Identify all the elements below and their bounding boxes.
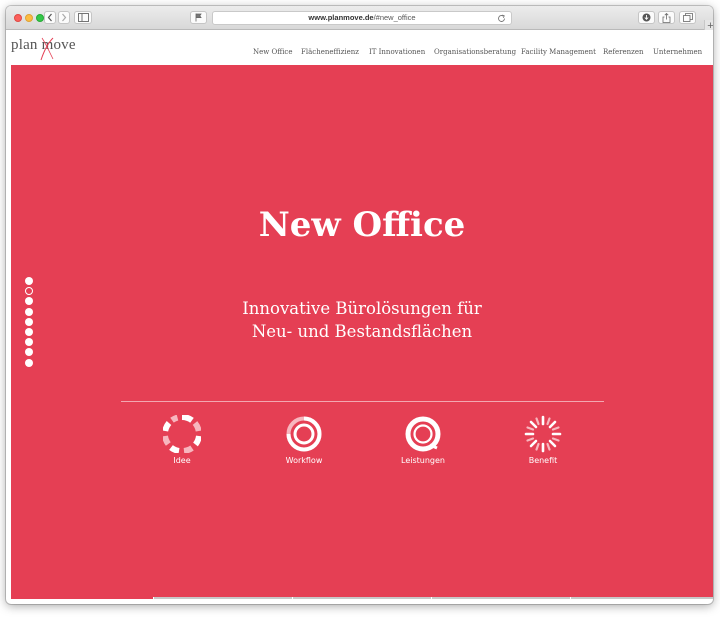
hero-section: New Office Innovative Bürolösungen für N… — [11, 65, 713, 599]
tabs-icon — [682, 13, 693, 22]
section-progress-fill — [11, 597, 153, 599]
logo-swoosh-icon — [40, 37, 54, 61]
feature-benefit[interactable]: Benefit — [508, 415, 578, 465]
chevron-right-icon — [62, 13, 67, 22]
browser-window: www.planmove.de/#new_office + plan move … — [6, 6, 713, 604]
reload-icon[interactable] — [497, 14, 506, 23]
nav-referenzen[interactable]: Referenzen — [603, 48, 643, 56]
workflow-ring-icon — [286, 416, 322, 452]
back-button[interactable] — [44, 11, 56, 24]
idea-ring-icon — [163, 415, 201, 453]
bookmark-button[interactable] — [190, 11, 207, 24]
nav-it-innovationen[interactable]: IT Innovationen — [369, 48, 425, 56]
feature-workflow-label: Workflow — [285, 456, 323, 465]
progress-tick — [153, 597, 154, 599]
forward-button[interactable] — [58, 11, 70, 24]
nav-unternehmen[interactable]: Unternehmen — [653, 48, 702, 56]
flag-icon — [195, 13, 202, 22]
planmove-logo[interactable]: plan move — [11, 36, 81, 62]
feature-idee-label: Idee — [173, 456, 191, 465]
section-dot[interactable] — [25, 348, 33, 357]
services-ring-icon — [405, 416, 441, 452]
hero-divider — [121, 401, 604, 402]
feature-workflow[interactable]: Workflow — [269, 415, 339, 465]
sidebar-toggle-button[interactable] — [74, 11, 92, 24]
benefit-burst-icon — [524, 415, 562, 453]
browser-toolbar: www.planmove.de/#new_office — [6, 6, 713, 30]
url-host: www.planmove.de — [308, 13, 374, 22]
close-window-button[interactable] — [14, 14, 22, 22]
url-path: /#new_office — [373, 13, 416, 22]
hero-subtitle: Innovative Bürolösungen für Neu- und Bes… — [11, 297, 713, 343]
nav-flaecheneffizienz[interactable]: Flächeneffizienz — [301, 48, 359, 56]
section-progress-bar — [11, 597, 713, 599]
nav-new-office[interactable]: New Office — [253, 48, 293, 56]
progress-tick — [431, 597, 432, 599]
hero-title: New Office — [258, 205, 466, 245]
chevron-left-icon — [47, 13, 52, 22]
feature-idee[interactable]: Idee — [147, 415, 217, 465]
section-dot-active[interactable] — [25, 287, 33, 296]
tabs-overview-button[interactable] — [679, 11, 696, 24]
minimize-window-button[interactable] — [25, 14, 33, 22]
share-button[interactable] — [658, 11, 675, 24]
progress-tick — [292, 597, 293, 599]
feature-benefit-label: Benefit — [528, 456, 558, 465]
nav-organisationsberatung[interactable]: Organisationsberatung — [434, 48, 516, 56]
zoom-window-button[interactable] — [36, 14, 44, 22]
hero-subtitle-line-1: Innovative Bürolösungen für — [242, 299, 482, 318]
site-header: plan move New Office Flächeneffizienz IT… — [6, 30, 713, 66]
hero-subtitle-line-2: Neu- und Bestandsflächen — [251, 322, 473, 341]
section-dot[interactable] — [25, 358, 33, 367]
share-icon — [662, 13, 671, 23]
download-icon — [642, 13, 651, 22]
sidebar-icon — [77, 13, 89, 22]
feature-leistungen[interactable]: Leistungen — [388, 415, 458, 465]
progress-tick — [570, 597, 571, 599]
nav-facility-management[interactable]: Facility Management — [521, 48, 596, 56]
downloads-button[interactable] — [638, 11, 655, 24]
address-bar[interactable]: www.planmove.de/#new_office — [212, 11, 512, 25]
section-dot[interactable] — [25, 277, 33, 285]
feature-leistungen-label: Leistungen — [401, 456, 445, 465]
